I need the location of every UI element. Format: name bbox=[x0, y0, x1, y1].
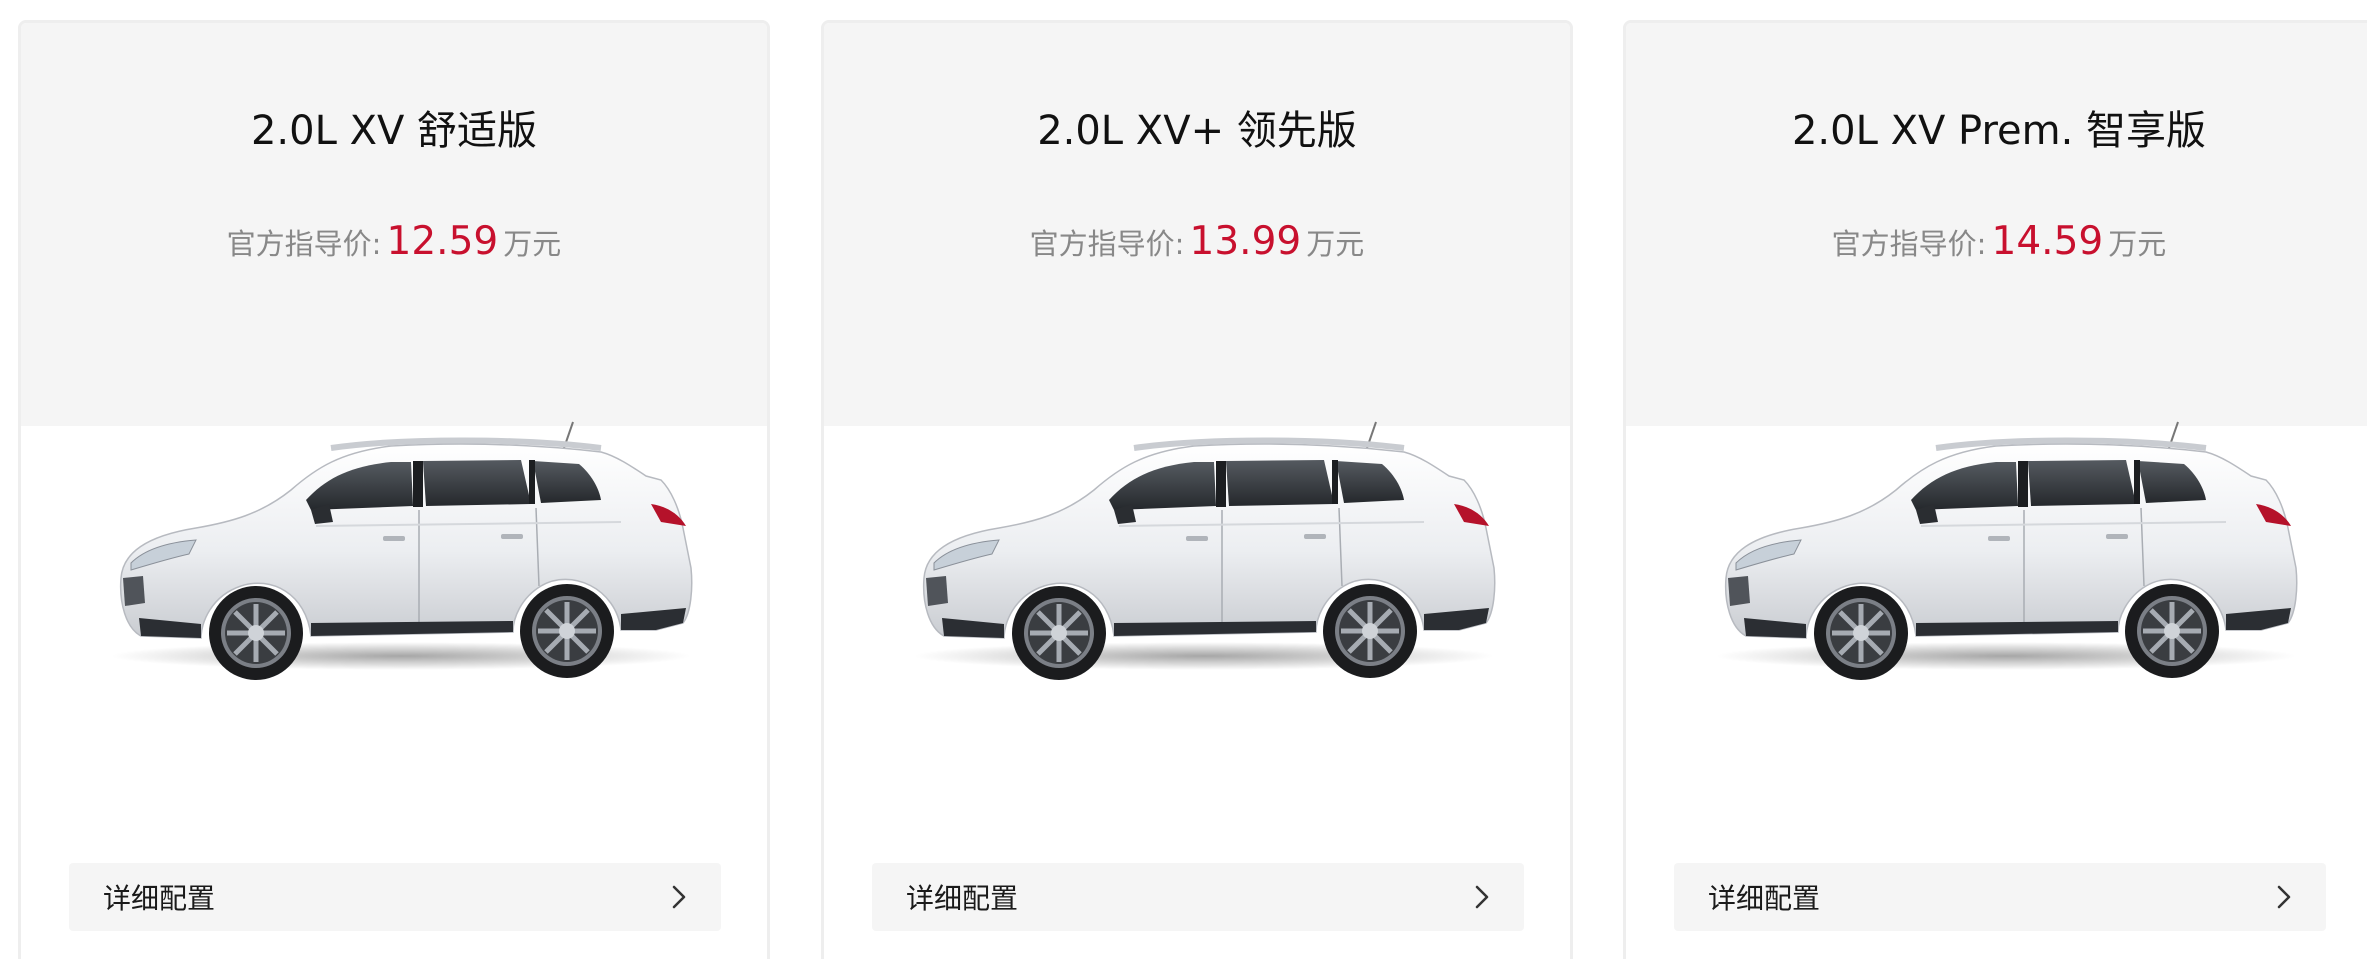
card-header: 2.0L XV 舒适版 官方指导价: 12.59 万元 bbox=[21, 23, 767, 426]
price-value: 12.59 bbox=[386, 219, 499, 264]
chevron-right-icon bbox=[2277, 885, 2291, 909]
card-header: 2.0L XV Prem. 智享版 官方指导价: 14.59 万元 bbox=[1626, 23, 2367, 426]
official-price: 官方指导价: 13.99 万元 bbox=[824, 218, 1570, 273]
chevron-right-icon bbox=[672, 885, 686, 909]
chevron-right-icon bbox=[1475, 885, 1489, 909]
price-unit: 万元 bbox=[2108, 227, 2167, 261]
car-image bbox=[101, 418, 701, 698]
car-image bbox=[1706, 418, 2306, 698]
trim-card-premium[interactable]: 2.0L XV Prem. 智享版 官方指导价: 14.59 万元 详细配置 bbox=[1623, 20, 2367, 959]
trim-title: 2.0L XV Prem. 智享版 bbox=[1791, 108, 2207, 154]
price-unit: 万元 bbox=[1306, 227, 1365, 261]
car-image bbox=[904, 418, 1504, 698]
details-config-button[interactable]: 详细配置 bbox=[872, 863, 1524, 931]
price-unit: 万元 bbox=[503, 227, 562, 261]
official-price: 官方指导价: 12.59 万元 bbox=[21, 218, 767, 273]
price-value: 14.59 bbox=[1991, 219, 2104, 264]
card-header: 2.0L XV+ 领先版 官方指导价: 13.99 万元 bbox=[824, 23, 1570, 426]
trim-title: 2.0L XV 舒适版 bbox=[250, 108, 538, 154]
details-label: 详细配置 bbox=[1708, 882, 1821, 915]
trim-title: 2.0L XV+ 领先版 bbox=[1037, 108, 1357, 154]
details-config-button[interactable]: 详细配置 bbox=[69, 863, 721, 931]
details-config-button[interactable]: 详细配置 bbox=[1674, 863, 2326, 931]
trim-cards: 2.0L XV 舒适版 官方指导价: 12.59 万元 详细配置 2.0L XV… bbox=[0, 0, 2367, 959]
price-label: 官方指导价: bbox=[1029, 227, 1185, 261]
price-value: 13.99 bbox=[1189, 219, 1302, 264]
details-label: 详细配置 bbox=[103, 882, 216, 915]
trim-card-leading[interactable]: 2.0L XV+ 领先版 官方指导价: 13.99 万元 详细配置 bbox=[821, 20, 1573, 959]
official-price: 官方指导价: 14.59 万元 bbox=[1626, 218, 2367, 273]
trim-card-comfort[interactable]: 2.0L XV 舒适版 官方指导价: 12.59 万元 详细配置 bbox=[18, 20, 770, 959]
price-label: 官方指导价: bbox=[1831, 227, 1987, 261]
details-label: 详细配置 bbox=[906, 882, 1019, 915]
price-label: 官方指导价: bbox=[226, 227, 382, 261]
